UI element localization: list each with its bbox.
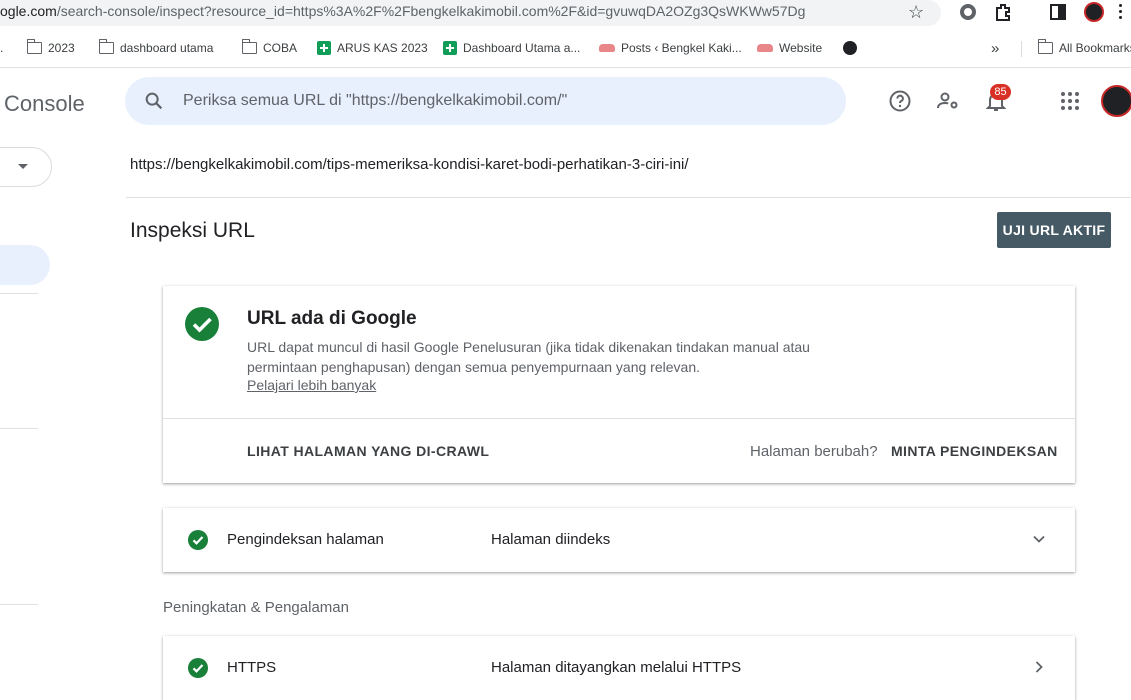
bookmark-arus-kas[interactable]: ARUS KAS 2023 [317, 39, 428, 57]
toolbar-divider [0, 67, 1131, 68]
car-icon [599, 44, 615, 52]
check-circle-icon [185, 307, 219, 341]
url-inspect-search[interactable]: Periksa semua URL di "https://bengkelkak… [125, 77, 846, 125]
chevron-down-icon[interactable] [1032, 532, 1046, 546]
view-crawled-page-button[interactable]: LIHAT HALAMAN YANG DI-CRAWL [247, 443, 489, 459]
inspected-url: https://bengkelkakimobil.com/tips-memeri… [130, 156, 689, 173]
bookmark-folder-dashboard[interactable]: dashboard utama [98, 39, 213, 57]
row-label: Pengindeksan halaman [227, 531, 384, 548]
address-bar: ogle.com/search-console/inspect?resource… [0, 0, 1131, 31]
page-changed-label: Halaman berubah? [750, 443, 878, 460]
check-circle-icon [188, 530, 208, 550]
bookmarks-bar: . 2023 dashboard utama COBA ARUS KAS 202… [0, 35, 1131, 61]
search-input[interactable]: Periksa semua URL di "https://bengkelkak… [183, 92, 567, 110]
globe-icon [843, 41, 857, 55]
app-brand: Console [4, 91, 85, 116]
page-indexing-row[interactable]: Pengindeksan halaman Halaman diindeks [163, 508, 1075, 572]
omnibox-url[interactable]: ogle.com/search-console/inspect?resource… [0, 3, 805, 19]
manage-users-icon[interactable] [936, 89, 960, 113]
section-title: Peningkatan & Pengalaman [163, 599, 349, 616]
folder-icon [26, 39, 42, 54]
help-icon[interactable] [888, 89, 912, 113]
profile-avatar-icon[interactable] [1084, 2, 1104, 22]
check-circle-icon [188, 658, 208, 678]
learn-more-link[interactable]: Pelajari lebih banyak [247, 377, 376, 393]
menu-kebab-icon[interactable] [1119, 2, 1125, 22]
search-icon [145, 92, 163, 110]
side-panel-icon[interactable] [1048, 2, 1068, 22]
bookmark-star-icon[interactable]: ☆ [908, 2, 924, 23]
status-title: URL ada di Google [247, 308, 417, 329]
chevron-right-icon[interactable] [1032, 660, 1046, 674]
https-row[interactable]: HTTPS Halaman ditayangkan melalui HTTPS [163, 636, 1075, 700]
sidebar-item-url-inspection[interactable] [0, 245, 50, 285]
folder-icon [241, 39, 257, 54]
sidebar-divider [0, 293, 38, 294]
index-status-card: URL ada di Google URL dapat muncul di ha… [163, 286, 1075, 483]
bookmark-dashboard-utama[interactable]: Dashboard Utama a... [443, 39, 580, 57]
chevron-down-icon [18, 164, 28, 169]
notification-badge: 85 [990, 84, 1011, 100]
bookmark-ellipsis[interactable]: . [0, 39, 3, 57]
status-description: URL dapat muncul di hasil Google Penelus… [247, 339, 810, 375]
omnibox[interactable]: ogle.com/search-console/inspect?resource… [0, 0, 941, 26]
all-bookmarks[interactable]: All Bookmarks [1037, 39, 1131, 57]
sheets-icon [317, 41, 331, 55]
bookmarks-divider [1021, 41, 1022, 57]
extension-puzzle-icon[interactable] [958, 2, 978, 22]
bookmarks-overflow-icon[interactable]: » [991, 39, 999, 57]
bookmark-posts[interactable]: Posts ‹ Bengkel Kaki... [599, 39, 742, 57]
apps-grid-icon[interactable] [1058, 89, 1082, 113]
request-indexing-button[interactable]: MINTA PENGINDEKSAN [891, 443, 1058, 459]
folder-icon [98, 39, 114, 54]
bookmark-website[interactable]: Website [757, 39, 822, 57]
header-divider [126, 197, 1131, 198]
sheets-icon [443, 41, 457, 55]
car-icon [757, 44, 773, 52]
card-divider [163, 418, 1075, 419]
sidebar-divider [0, 604, 38, 605]
sidebar-divider [0, 428, 38, 429]
bookmark-folder-coba[interactable]: COBA [241, 39, 297, 57]
test-live-url-button[interactable]: UJI URL AKTIF [997, 212, 1111, 248]
row-status: Halaman diindeks [491, 531, 611, 548]
page-title: Inspeksi URL [130, 219, 255, 242]
bookmark-globe[interactable] [843, 39, 857, 57]
extensions-icon[interactable] [993, 2, 1013, 22]
account-avatar[interactable] [1101, 85, 1131, 117]
folder-icon [1037, 39, 1053, 54]
bookmark-folder-2023[interactable]: 2023 [26, 39, 75, 57]
